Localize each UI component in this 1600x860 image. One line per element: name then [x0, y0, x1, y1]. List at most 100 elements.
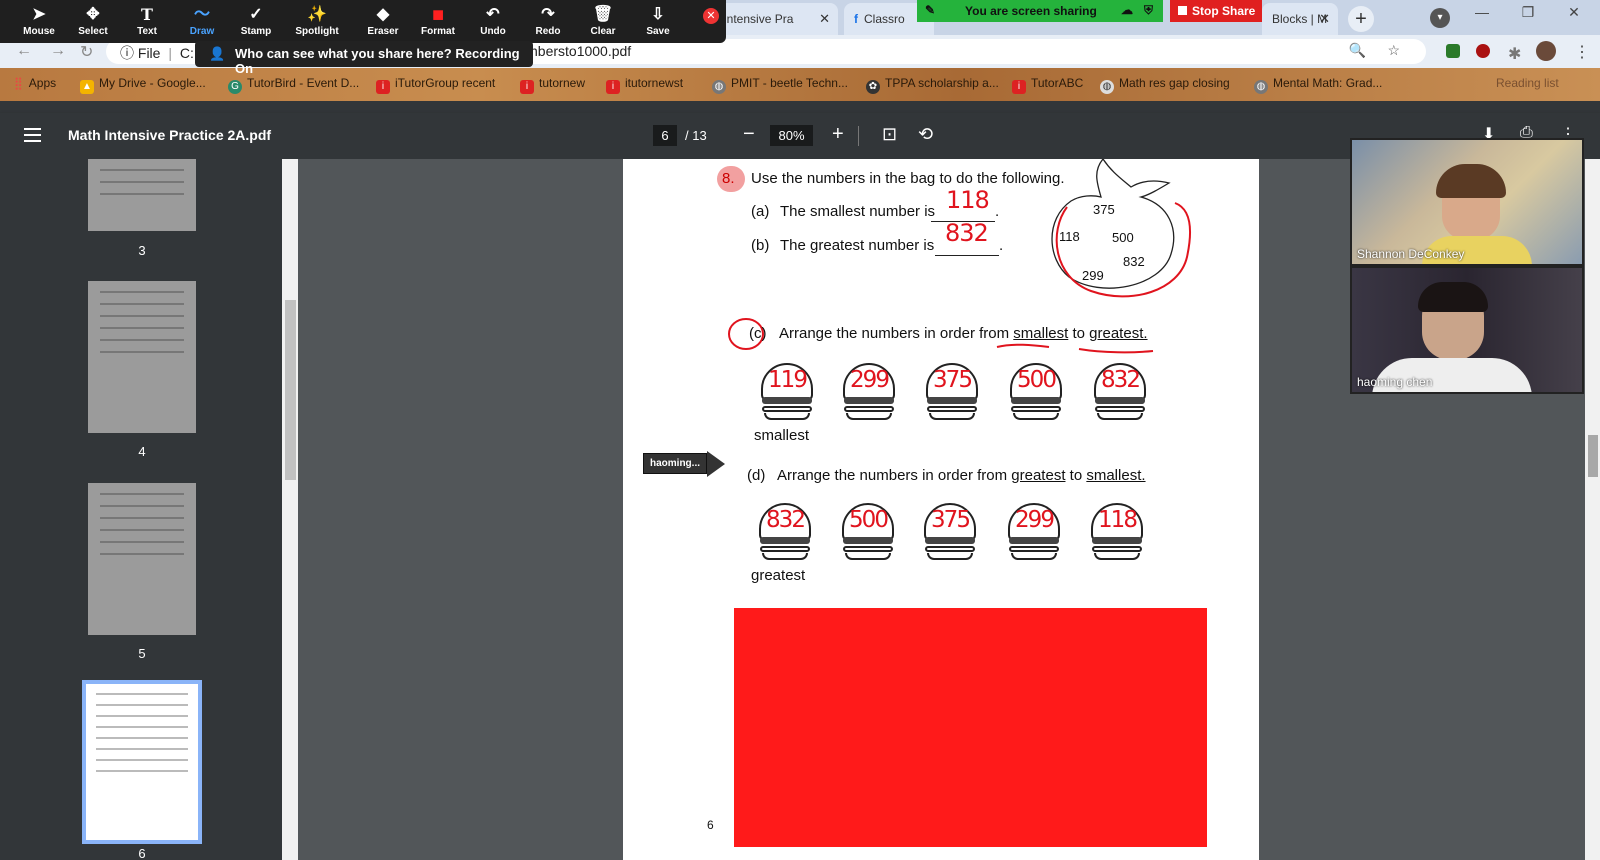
answer-line	[935, 255, 999, 256]
rotate-icon[interactable]: ⟲	[918, 124, 933, 145]
part-a-text: The smallest number is	[780, 203, 936, 220]
url-scheme: File	[137, 45, 161, 61]
fit-page-icon[interactable]: ⊡	[882, 124, 897, 145]
counter-d-5: 118	[1090, 503, 1144, 561]
part-a-label: (a)	[751, 203, 770, 220]
screen-sharing-banner[interactable]: ✎ You are screen sharing ☁ ⛨	[917, 0, 1163, 22]
close-tab-icon[interactable]: ✕	[819, 11, 830, 27]
bag-number: 299	[1082, 268, 1104, 283]
apps-grid-icon: ⣿	[14, 76, 23, 90]
participant-hair	[1436, 164, 1506, 198]
video-tile-shannon[interactable]: Shannon DeConkey	[1350, 138, 1584, 266]
participant-hair	[1418, 282, 1488, 312]
tab-title: Classro	[864, 12, 905, 26]
bookmark-star-icon[interactable]: ☆	[1387, 42, 1400, 59]
counter-c-3: 375	[925, 363, 979, 421]
zoom-lens-icon[interactable]: 🔍	[1349, 42, 1366, 59]
profile-avatar[interactable]	[1536, 41, 1556, 61]
reload-icon[interactable]: ↻	[80, 42, 93, 62]
close-window-icon[interactable]: ✕	[1554, 4, 1594, 21]
counter-d-4: 299	[1007, 503, 1061, 561]
close-annotation-icon[interactable]: ✕	[703, 8, 719, 24]
bookmark-pmit[interactable]: ◍ PMIT - beetle Techn...	[712, 76, 848, 94]
bookmark-mental-math[interactable]: ◍ Mental Math: Grad...	[1254, 76, 1382, 94]
close-tab-icon[interactable]: ✕	[1319, 11, 1330, 27]
participant-name: Shannon DeConkey	[1357, 247, 1465, 261]
caption-greatest: greatest	[751, 567, 806, 584]
browser-tab-blocks[interactable]: Blocks | M ✕	[1262, 3, 1338, 35]
bookmark-tutorabc[interactable]: i TutorABC	[1012, 76, 1083, 94]
zoom-level-input[interactable]: 80%	[770, 125, 813, 146]
bookmark-itutornewst[interactable]: i itutornewst	[606, 76, 683, 94]
restore-window-icon[interactable]: ❐	[1508, 4, 1548, 21]
tool-select[interactable]: ✥ Select	[66, 4, 120, 37]
stop-share-button[interactable]: Stop Share	[1170, 0, 1262, 22]
bookmark-tutorbird[interactable]: G TutorBird - Event D...	[228, 76, 359, 94]
counter-d-2: 500	[841, 503, 895, 561]
thumbnail-label: 3	[138, 243, 146, 258]
tool-stamp[interactable]: ✓ Stamp	[229, 4, 283, 37]
bookmark-apps[interactable]: ⣿ Apps	[14, 76, 56, 90]
forward-icon[interactable]: →	[50, 42, 66, 60]
trash-icon: 🗑	[592, 6, 614, 23]
tool-mouse[interactable]: ➤ Mouse	[12, 4, 66, 37]
hamburger-menu-icon[interactable]	[24, 128, 41, 142]
page-number-input[interactable]: 6	[653, 125, 677, 146]
redo-icon: ↷	[541, 6, 555, 23]
new-tab-button[interactable]: +	[1348, 6, 1374, 32]
sidebar-scroll-thumb[interactable]	[285, 300, 296, 480]
participant-name: haoming chen	[1357, 375, 1433, 389]
bookmark-google-drive[interactable]: ▲ My Drive - Google...	[80, 76, 206, 94]
recording-notice[interactable]: 👤 Who can see what you share here? Recor…	[195, 41, 533, 76]
bookmark-tutornew[interactable]: i tutornew	[520, 76, 585, 94]
reading-list[interactable]: Reading list	[1496, 76, 1559, 90]
back-icon[interactable]: ←	[16, 42, 32, 60]
save-icon: ⇩	[651, 6, 665, 23]
undo-icon: ↶	[486, 6, 500, 23]
bookmark-tppa[interactable]: ✿ TPPA scholarship a...	[866, 76, 999, 94]
tool-draw[interactable]: 〜 Draw	[175, 4, 229, 37]
sidebar-scrollbar[interactable]	[282, 159, 298, 860]
url-drive: C:	[179, 45, 194, 61]
cursor-icon: ➤	[32, 6, 46, 23]
zoom-in-icon[interactable]: +	[832, 123, 844, 146]
browser-menu-icon[interactable]: ⋮	[1574, 42, 1590, 62]
itutor-icon: i	[606, 80, 620, 94]
thumbnail-page-3[interactable]	[88, 159, 196, 231]
video-tile-haoming[interactable]: haoming chen	[1350, 266, 1584, 394]
tool-redo[interactable]: ↷ Redo	[521, 4, 575, 37]
bag-number: 118	[1059, 229, 1080, 244]
thumbnail-label: 6	[138, 846, 146, 860]
tool-text[interactable]: T Text	[120, 4, 174, 37]
red-highlight-box	[734, 608, 1207, 847]
part-c-label: (c)	[749, 325, 767, 342]
document-scroll-thumb[interactable]	[1588, 435, 1598, 477]
counter-c-5: 832	[1093, 363, 1147, 421]
thumbnail-page-4[interactable]	[88, 281, 196, 433]
tool-format[interactable]: ■ Format	[411, 4, 465, 37]
tool-save[interactable]: ⇩ Save	[631, 4, 685, 37]
bag-number: 375	[1093, 202, 1115, 217]
counter-d-1: 832	[758, 503, 812, 561]
thumbnail-page-5[interactable]	[88, 483, 196, 635]
bookmark-math-res[interactable]: ◍ Math res gap closing	[1100, 76, 1230, 94]
tool-eraser[interactable]: ◆ Eraser	[356, 4, 410, 37]
tool-clear[interactable]: 🗑 Clear	[576, 4, 630, 37]
bookmark-itutorgroup[interactable]: i iTutorGroup recent	[376, 76, 495, 94]
minimize-window-icon[interactable]: —	[1462, 4, 1502, 20]
tab-search-icon[interactable]: ▾	[1430, 8, 1450, 28]
extension-green-icon[interactable]	[1446, 44, 1460, 58]
drive-icon: ▲	[80, 80, 94, 94]
tool-spotlight[interactable]: ✨ Spotlight	[290, 4, 344, 37]
ublock-icon[interactable]	[1476, 44, 1490, 58]
counter-c-2: 299	[842, 363, 896, 421]
part-b-text: The greatest number is	[780, 237, 935, 254]
document-scrollbar[interactable]	[1585, 159, 1600, 860]
puzzle-icon[interactable]: ✱	[1508, 44, 1521, 64]
zoom-out-icon[interactable]: −	[743, 123, 755, 146]
thumbnail-page-6[interactable]	[82, 680, 202, 844]
globe-icon: ◍	[712, 80, 726, 94]
thumbnail-label: 4	[138, 444, 146, 459]
stamp-icon: ✓	[249, 6, 263, 23]
tool-undo[interactable]: ↶ Undo	[466, 4, 520, 37]
